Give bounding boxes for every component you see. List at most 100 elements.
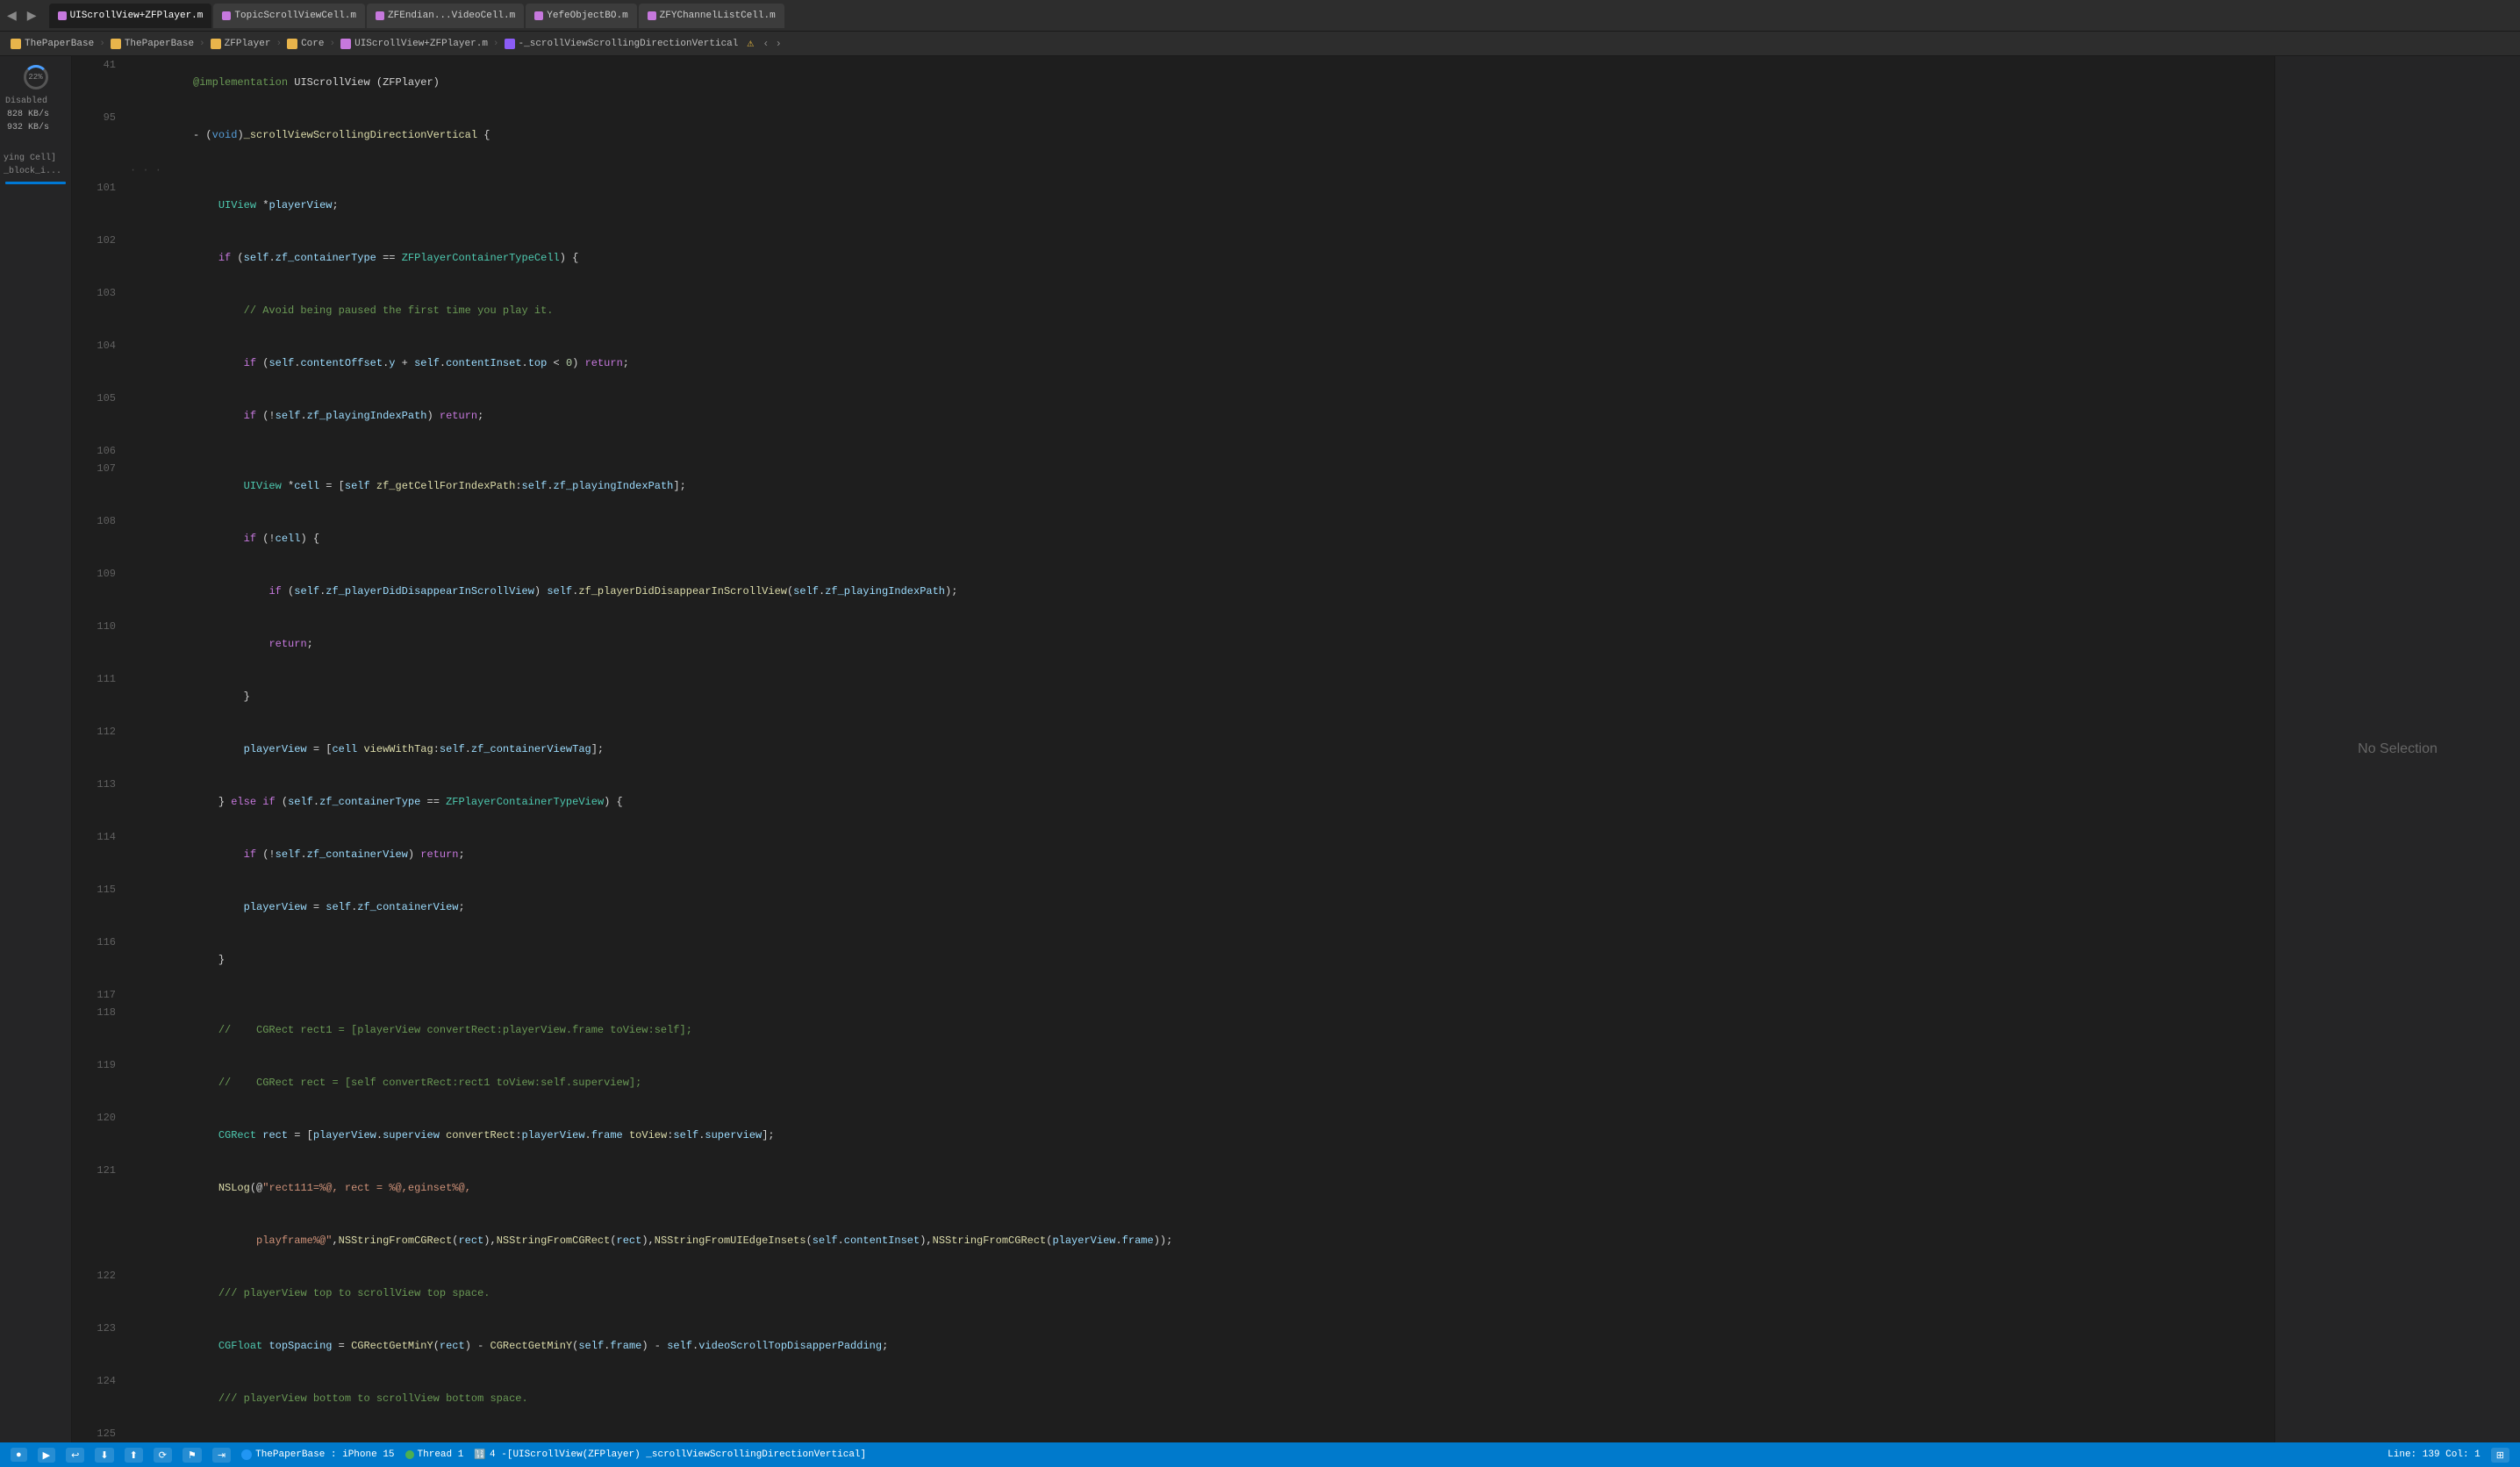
layout-toggle-btn[interactable]: ⊞ [2491,1448,2509,1463]
step-out-btn[interactable]: ⬆ [125,1448,143,1463]
line-105-row: 105 if (!self.zf_playingIndexPath) retur… [82,390,2274,442]
sidebar-progress-bar [5,182,66,184]
bc-method[interactable]: -_scrollViewScrollingDirectionVertical [505,39,739,49]
tab-zfychannellistcell[interactable]: ZFYChannelListCell.m [639,4,784,28]
line-num-111: 111 [82,670,126,723]
code-body-113: } else if (self.zf_containerType == ZFPl… [126,776,2274,828]
nav-forward-btn[interactable]: ▶ [24,6,40,25]
code-body-104: if (self.contentOffset.y + self.contentI… [126,337,2274,390]
breakpoint-btn[interactable]: ⚑ [183,1448,202,1463]
bc-core[interactable]: Core [287,39,324,49]
code-body-118: // CGRect rect1 = [playerView convertRec… [126,1004,2274,1056]
status-bar: ● ▶ ↩ ⬇ ⬆ ⟳ ⚑ ⇥ ThePaperBase : iPhone 15… [0,1442,2520,1467]
bc-zfplayer[interactable]: ZFPlayer [211,39,271,49]
folder-icon-3 [211,39,221,49]
play-btn[interactable]: ▶ [38,1448,55,1463]
line-num-123: 123 [82,1320,126,1372]
tab-zfendian-videocell[interactable]: ZFEndian...VideoCell.m [367,4,524,28]
tab-nav: ◀ ▶ [4,6,40,25]
line-120-row: 120 CGRect rect = [playerView.superview … [82,1109,2274,1162]
line-num-109: 109 [82,565,126,618]
code-body-120: CGRect rect = [playerView.superview conv… [126,1109,2274,1162]
step-over-btn[interactable]: ↩ [66,1448,84,1463]
line-123-row: 123 CGFloat topSpacing = CGRectGetMinY(r… [82,1320,2274,1372]
bc-thepaperbase-1[interactable]: ThePaperBase [11,39,94,49]
code-body-102: if (self.zf_containerType == ZFPlayerCon… [126,232,2274,284]
scheme-label: ThePaperBase : iPhone 15 [255,1449,394,1460]
run-btn[interactable]: ● [11,1448,27,1462]
line-num-119: 119 [82,1056,126,1109]
thread-icon [405,1450,414,1459]
line-num-121b [82,1214,126,1267]
bc-file[interactable]: UIScrollView+ZFPlayer.m [340,39,488,49]
folder-icon [11,39,21,49]
bc-label-file: UIScrollView+ZFPlayer.m [354,39,488,49]
line-122-row: 122 /// playerView top to scrollView top… [82,1267,2274,1320]
nav-back-btn[interactable]: ◀ [4,6,20,25]
line-114-row: 114 if (!self.zf_containerView) return; [82,828,2274,881]
tab-icon-m2 [222,11,231,20]
main-area: 22% Disabled 828 KB/s 932 KB/s ying Cell… [0,56,2520,1442]
tab-label-5: ZFYChannelListCell.m [660,11,776,21]
line-num-102: 102 [82,232,126,284]
line-num-114: 114 [82,828,126,881]
debug-btn[interactable]: ⇥ [212,1448,231,1463]
m-sel-icon [505,39,515,49]
tab-uiscrollview-zfplayer[interactable]: UIScrollView+ZFPlayer.m [49,4,212,28]
line-num-105: 105 [82,390,126,442]
line-col-label: Line: 139 Col: 1 [2388,1449,2481,1460]
bc-sep-3: › [276,39,282,49]
nav-arrows[interactable]: ‹ › [762,38,782,50]
thread-label: Thread 1 [418,1449,464,1460]
status-thread: Thread 1 [405,1449,464,1460]
code-body-103: // Avoid being paused the first time you… [126,284,2274,337]
tab-topicscrollviewcell[interactable]: TopicScrollViewCell.m [213,4,365,28]
dots-row-1: · · · [82,161,2274,179]
line-119-row: 119 // CGRect rect = [self convertRect:r… [82,1056,2274,1109]
line-101-row: 101 UIView *playerView; [82,179,2274,232]
line-num-107: 107 [82,460,126,512]
line-num-113: 113 [82,776,126,828]
line-107-row: 107 UIView *cell = [self zf_getCellForIn… [82,460,2274,512]
code-editor[interactable]: 41 @implementation UIScrollView (ZFPlaye… [72,56,2274,1442]
tab-label-4: YefeObjectBO.m [547,11,627,21]
code-body-111: } [126,670,2274,723]
code-body-106 [126,442,2274,460]
line-num-120: 120 [82,1109,126,1162]
line-103-row: 103 // Avoid being paused the first time… [82,284,2274,337]
code-body-112: playerView = [cell viewWithTag:self.zf_c… [126,723,2274,776]
line-num-118: 118 [82,1004,126,1056]
line-num-41: 41 [82,56,126,109]
line-num-101: 101 [82,179,126,232]
line-num-108: 108 [82,512,126,565]
line-121b-row: playframe%@",NSStringFromCGRect(rect),NS… [82,1214,2274,1267]
code-body-117 [126,986,2274,1004]
line-num-106: 106 [82,442,126,460]
scheme-icon [241,1449,252,1460]
continue-btn[interactable]: ⟳ [154,1448,172,1463]
bc-label-core: Core [301,39,324,49]
line-num-124: 124 [82,1372,126,1425]
code-body-119: // CGRect rect = [self convertRect:rect1… [126,1056,2274,1109]
stack-label: 4 -[UIScrollView(ZFPlayer) _scrollViewSc… [490,1449,866,1460]
bc-label-1: ThePaperBase [25,39,94,49]
tab-yefeobjectbo[interactable]: YefeObjectBO.m [526,4,636,28]
line-121-row: 121 NSLog(@"rect111=%@, rect = %@,eginse… [82,1162,2274,1214]
bc-sep-2: › [199,39,205,49]
status-stack: 🔢 4 -[UIScrollView(ZFPlayer) _scrollView… [474,1449,866,1461]
bc-thepaperbase-2[interactable]: ThePaperBase [111,39,194,49]
step-into-btn[interactable]: ⬇ [95,1448,113,1463]
m-icon [340,39,351,49]
line-num-125: 125 [82,1425,126,1442]
bc-sep-5: › [493,39,499,49]
line-116-row: 116 } [82,934,2274,986]
line-124-row: 124 /// playerView bottom to scrollView … [82,1372,2274,1425]
stack-icon: 🔢 [474,1449,486,1461]
code-body-124: /// playerView bottom to scrollView bott… [126,1372,2274,1425]
tab-icon-m5 [648,11,656,20]
editor-container: 41 @implementation UIScrollView (ZFPlaye… [72,56,2274,1442]
bc-sep-1: › [99,39,105,49]
line-111-row: 111 } [82,670,2274,723]
line-num-110: 110 [82,618,126,670]
line-num-117: 117 [82,986,126,1004]
